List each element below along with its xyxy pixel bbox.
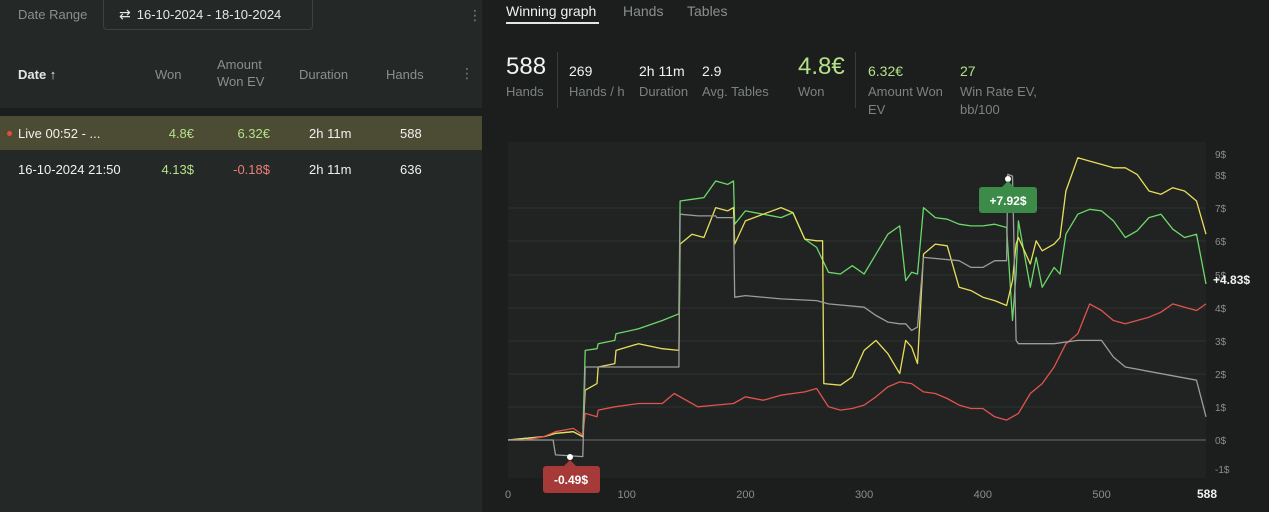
y-tick-label: 7$ — [1215, 204, 1227, 215]
y-tick-label: 4$ — [1215, 304, 1227, 315]
y-tick-label: 1$ — [1215, 403, 1227, 414]
x-tick-label: 300 — [855, 489, 873, 501]
max-label-text: +7.92$ — [989, 194, 1026, 208]
y-tick-label: 0$ — [1215, 436, 1227, 447]
x-tick-label: 0 — [505, 489, 511, 501]
x-tick-label: 400 — [974, 489, 992, 501]
x-tick-label: 588 — [1197, 487, 1217, 501]
x-tick-label: 500 — [1092, 489, 1110, 501]
y-tick-label: -1$ — [1215, 465, 1230, 476]
x-tick-label: 100 — [618, 489, 636, 501]
x-tick-label: 200 — [736, 489, 754, 501]
winning-graph-chart: 9$8$7$6$5$4$3$2$1$0$-1$0 100 200 300 400 500 5… — [505, 142, 1250, 501]
min-label-text: -0.49$ — [554, 473, 588, 487]
y-tick-label: 3$ — [1215, 337, 1227, 348]
y-tick-label: 2$ — [1215, 370, 1227, 381]
y-tick-label: 6$ — [1215, 237, 1227, 248]
y-tick-label: 9$ — [1215, 150, 1227, 161]
min-point-marker — [567, 454, 573, 460]
end-value-label: +4.83$ — [1213, 273, 1250, 287]
y-tick-label: 8$ — [1215, 171, 1227, 182]
